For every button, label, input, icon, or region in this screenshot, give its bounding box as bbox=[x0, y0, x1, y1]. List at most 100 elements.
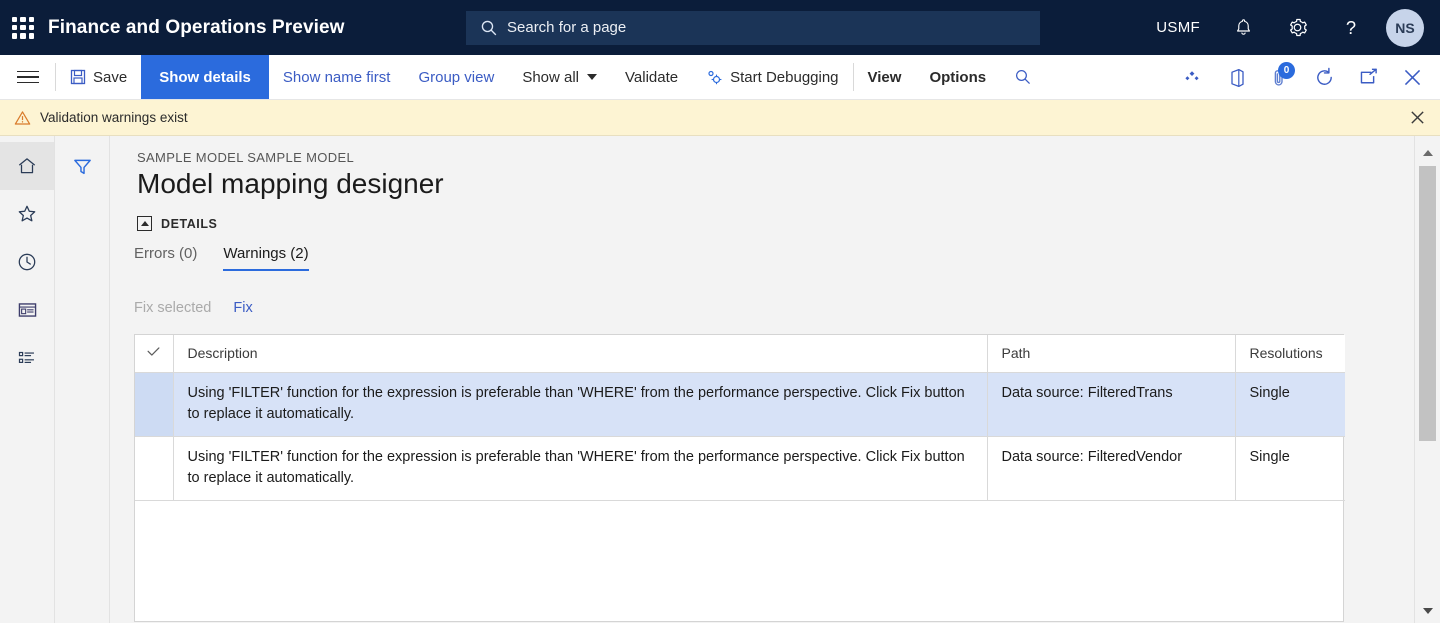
tab-errors[interactable]: Errors (0) bbox=[134, 245, 197, 271]
app-launcher-icon[interactable] bbox=[12, 16, 34, 39]
page-title: Model mapping designer bbox=[137, 168, 444, 199]
save-icon bbox=[70, 69, 86, 85]
waffle-dot bbox=[12, 16, 18, 22]
scrollbar-thumb[interactable] bbox=[1419, 166, 1436, 441]
share-button[interactable] bbox=[1170, 55, 1214, 100]
table-head: Description Path Resolutions bbox=[135, 335, 1345, 373]
row-checkbox-cell[interactable] bbox=[135, 372, 174, 437]
office-icon bbox=[1230, 68, 1244, 87]
triangle-down-icon bbox=[1422, 607, 1433, 614]
vertical-scrollbar[interactable] bbox=[1419, 144, 1436, 623]
table-row[interactable]: Using 'FILTER' function for the expressi… bbox=[135, 436, 1345, 501]
popout-icon bbox=[1360, 68, 1377, 84]
main-content: SAMPLE MODEL SAMPLE MODEL Model mapping … bbox=[110, 136, 1440, 623]
details-section-header: DETAILS bbox=[137, 216, 1440, 231]
select-all-header[interactable] bbox=[135, 335, 174, 373]
navigation-rail bbox=[0, 136, 55, 623]
waffle-dot bbox=[12, 24, 18, 31]
page-search-button[interactable] bbox=[1000, 55, 1046, 99]
dismiss-warning-button[interactable] bbox=[1409, 100, 1426, 135]
waffle-dot bbox=[28, 16, 34, 22]
filter-button[interactable] bbox=[55, 146, 109, 186]
sidebar-item-modules[interactable] bbox=[0, 334, 54, 382]
cell-resolutions: Single bbox=[1235, 436, 1345, 501]
validation-message-bar: Validation warnings exist bbox=[0, 100, 1440, 136]
help-button[interactable]: ? bbox=[1324, 0, 1378, 55]
show-name-first-button[interactable]: Show name first bbox=[269, 55, 405, 99]
global-search-placeholder: Search for a page bbox=[507, 19, 627, 36]
sidebar-item-home[interactable] bbox=[0, 142, 54, 190]
options-label: Options bbox=[929, 68, 987, 86]
avatar[interactable]: NS bbox=[1386, 8, 1424, 47]
open-in-new-window-button[interactable] bbox=[1346, 55, 1390, 100]
svg-text:?: ? bbox=[1346, 17, 1356, 38]
validate-button[interactable]: Validate bbox=[611, 55, 692, 99]
breadcrumb: SAMPLE MODEL SAMPLE MODEL bbox=[137, 150, 355, 165]
waffle-dot bbox=[20, 16, 26, 22]
fix-selected-button[interactable]: Fix selected bbox=[134, 300, 211, 316]
show-details-button[interactable]: Show details bbox=[141, 55, 269, 99]
waffle-dot bbox=[20, 24, 26, 31]
show-details-label: Show details bbox=[159, 68, 251, 86]
options-menu-button[interactable]: Options bbox=[915, 55, 1000, 99]
notifications-button[interactable] bbox=[1216, 0, 1270, 55]
company-selector[interactable]: USMF bbox=[1140, 0, 1216, 55]
waffle-dot bbox=[20, 33, 26, 39]
show-all-dropdown[interactable]: Show all bbox=[508, 55, 611, 99]
view-label: View bbox=[867, 68, 902, 86]
global-search-box[interactable]: Search for a page bbox=[466, 10, 1040, 45]
column-header-path[interactable]: Path bbox=[987, 335, 1236, 373]
warning-triangle-icon bbox=[14, 110, 31, 125]
home-icon bbox=[18, 158, 36, 174]
show-name-first-label: Show name first bbox=[282, 68, 391, 86]
question-mark-icon: ? bbox=[1346, 17, 1356, 38]
start-debugging-button[interactable]: Start Debugging bbox=[692, 55, 852, 99]
view-menu-button[interactable]: View bbox=[854, 55, 916, 99]
group-view-button[interactable]: Group view bbox=[404, 55, 508, 99]
filter-rail bbox=[55, 136, 110, 623]
filter-icon bbox=[73, 159, 91, 174]
settings-button[interactable] bbox=[1270, 0, 1324, 55]
validation-tabs: Errors (0) Warnings (2) bbox=[110, 245, 1440, 271]
checkmark-icon bbox=[147, 347, 160, 356]
page-header: SAMPLE MODEL SAMPLE MODEL Model mapping … bbox=[110, 136, 1440, 231]
grid-action-bar: Fix selected Fix bbox=[110, 300, 1440, 316]
cell-path: Data source: FilteredTrans bbox=[987, 372, 1236, 437]
sidebar-item-favorites[interactable] bbox=[0, 190, 54, 238]
scroll-up-button[interactable] bbox=[1419, 144, 1436, 161]
search-icon bbox=[481, 20, 497, 35]
hamburger-icon bbox=[16, 67, 39, 88]
waffle-dot bbox=[28, 24, 34, 31]
warnings-table: Description Path Resolutions Using 'FILT… bbox=[135, 335, 1345, 501]
cell-path: Data source: FilteredVendor bbox=[987, 436, 1236, 501]
waffle-dot bbox=[12, 33, 18, 39]
sidebar-item-recent[interactable] bbox=[0, 238, 54, 286]
close-page-button[interactable] bbox=[1390, 55, 1434, 100]
attachments-button[interactable]: 0 bbox=[1258, 55, 1302, 100]
clock-icon bbox=[18, 253, 36, 271]
command-bar-right-actions: 0 bbox=[1170, 55, 1440, 100]
attachments-count-badge: 0 bbox=[1278, 62, 1295, 79]
fix-button[interactable]: Fix bbox=[233, 300, 252, 316]
list-icon bbox=[18, 351, 34, 363]
refresh-icon bbox=[1316, 67, 1332, 85]
debug-icon bbox=[706, 69, 723, 85]
save-button[interactable]: Save bbox=[56, 55, 141, 99]
cell-resolutions: Single bbox=[1235, 372, 1345, 437]
refresh-button[interactable] bbox=[1302, 55, 1346, 100]
show-all-label: Show all bbox=[522, 68, 580, 86]
app-title: Finance and Operations Preview bbox=[48, 16, 345, 38]
column-header-description[interactable]: Description bbox=[173, 335, 988, 373]
cell-description: Using 'FILTER' function for the expressi… bbox=[173, 372, 988, 437]
office-button[interactable] bbox=[1214, 55, 1258, 100]
row-checkbox-cell[interactable] bbox=[135, 436, 174, 501]
column-header-resolutions[interactable]: Resolutions bbox=[1235, 335, 1345, 373]
tab-warnings[interactable]: Warnings (2) bbox=[223, 245, 309, 271]
details-collapse-toggle[interactable] bbox=[137, 216, 152, 231]
navigation-menu-button[interactable] bbox=[0, 55, 55, 99]
table-body: Using 'FILTER' function for the expressi… bbox=[135, 372, 1345, 501]
scroll-down-button[interactable] bbox=[1419, 602, 1436, 619]
sidebar-item-workspaces[interactable] bbox=[0, 286, 54, 334]
save-label: Save bbox=[93, 68, 128, 86]
table-row[interactable]: Using 'FILTER' function for the expressi… bbox=[135, 372, 1345, 437]
